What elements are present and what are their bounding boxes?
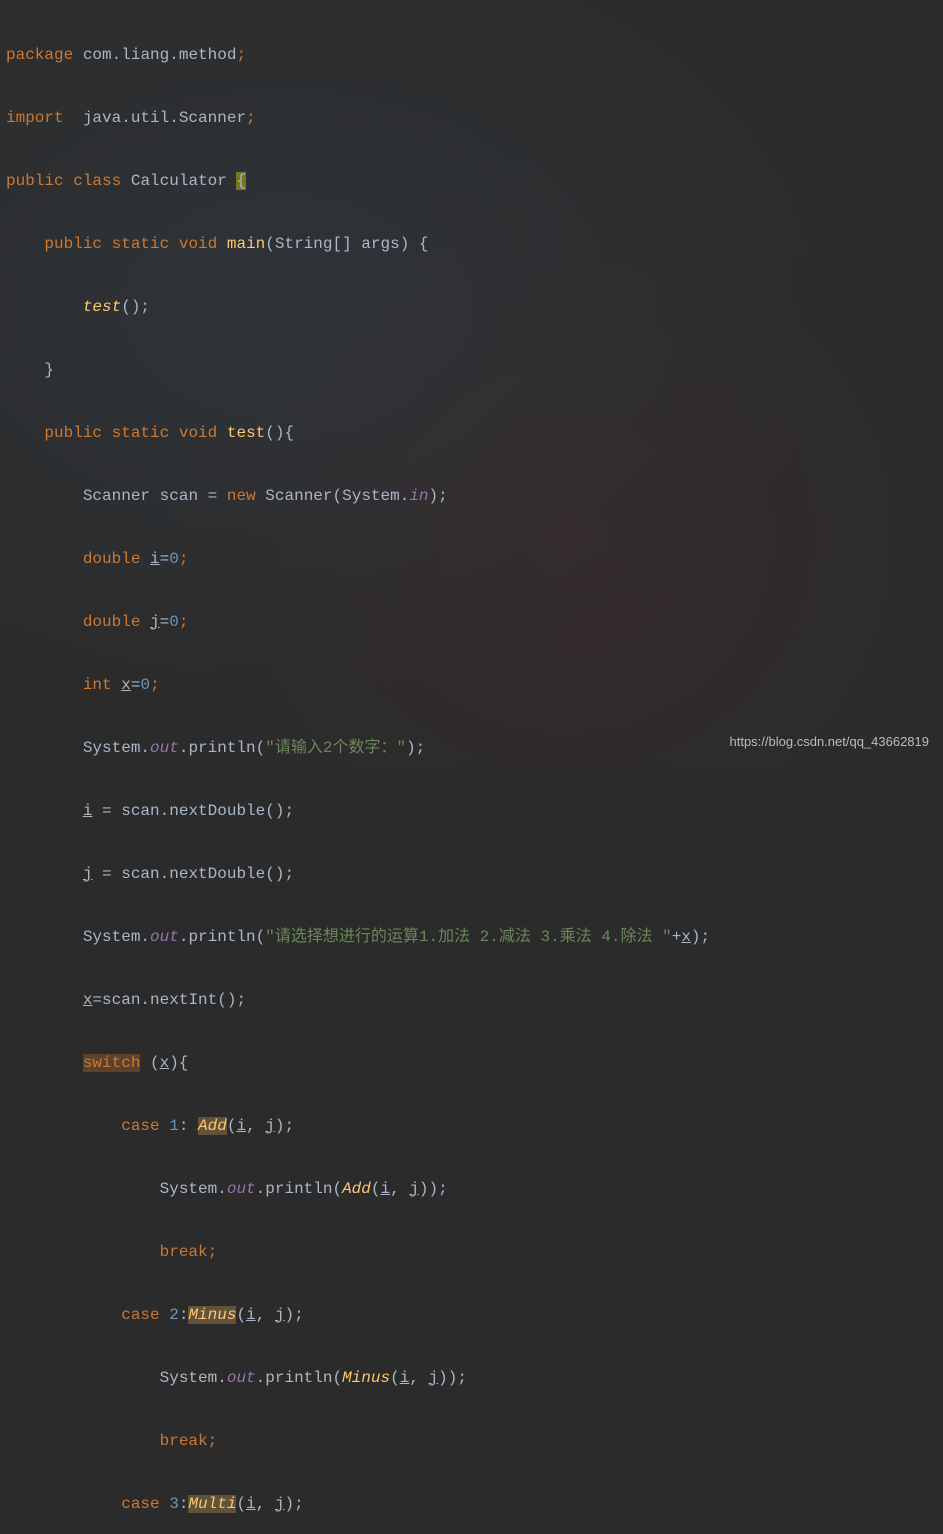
var-x: x [121, 676, 131, 694]
var-j: j [150, 613, 160, 631]
code-line[interactable]: System.out.println(Minus(i, j)); [0, 1363, 943, 1395]
string-literal: "请输入2个数字：" [265, 739, 406, 757]
code-line[interactable]: double i=0; [0, 544, 943, 576]
package-name: com.liang.method [83, 46, 237, 64]
method-main: main [227, 235, 265, 253]
code-line[interactable]: case 1: Add(i, j); [0, 1111, 943, 1143]
watermark-text: https://blog.csdn.net/qq_43662819 [730, 726, 930, 758]
code-line[interactable]: public static void test(){ [0, 418, 943, 450]
method-add: Add [198, 1117, 227, 1135]
code-editor[interactable]: package com.liang.method; import java.ut… [0, 0, 943, 1534]
class-name: Calculator [131, 172, 227, 190]
brace: } [44, 361, 54, 379]
code-line[interactable]: i = scan.nextDouble(); [0, 796, 943, 828]
keyword-break: break [160, 1243, 208, 1261]
method-test: test [227, 424, 265, 442]
code-line[interactable]: double j=0; [0, 607, 943, 639]
import-name: java.util.Scanner [83, 109, 246, 127]
field-in: in [409, 487, 428, 505]
method-multi: Multi [188, 1495, 236, 1513]
code-line[interactable]: System.out.println(Add(i, j)); [0, 1174, 943, 1206]
code-line[interactable]: int x=0; [0, 670, 943, 702]
keyword-public: public [6, 172, 64, 190]
field-out: out [150, 739, 179, 757]
code-line[interactable]: break; [0, 1237, 943, 1269]
code-line[interactable]: Scanner scan = new Scanner(System.in); [0, 481, 943, 513]
method-call: test [83, 298, 121, 316]
code-line[interactable]: System.out.println("请选择想进行的运算1.加法 2.减法 3… [0, 922, 943, 954]
method-minus: Minus [188, 1306, 236, 1324]
code-line[interactable]: x=scan.nextInt(); [0, 985, 943, 1017]
keyword-import: import [6, 109, 64, 127]
code-line[interactable]: test(); [0, 292, 943, 324]
code-line[interactable]: import java.util.Scanner; [0, 103, 943, 135]
var-i: i [150, 550, 160, 568]
keyword-package: package [6, 46, 73, 64]
string-literal: "请选择想进行的运算1.加法 2.减法 3.乘法 4.除法 " [265, 928, 671, 946]
code-line[interactable]: public class Calculator { [0, 166, 943, 198]
code-line[interactable]: case 3:Multi(i, j); [0, 1489, 943, 1521]
code-line[interactable]: break; [0, 1426, 943, 1458]
keyword-class: class [73, 172, 121, 190]
code-line[interactable]: } [0, 355, 943, 387]
keyword-switch: switch [83, 1054, 141, 1072]
brace: { [236, 172, 246, 190]
code-line[interactable]: public static void main(String[] args) { [0, 229, 943, 261]
code-line[interactable]: j = scan.nextDouble(); [0, 859, 943, 891]
code-line[interactable]: package com.liang.method; [0, 40, 943, 72]
code-line[interactable]: case 2:Minus(i, j); [0, 1300, 943, 1332]
code-line[interactable]: switch (x){ [0, 1048, 943, 1080]
